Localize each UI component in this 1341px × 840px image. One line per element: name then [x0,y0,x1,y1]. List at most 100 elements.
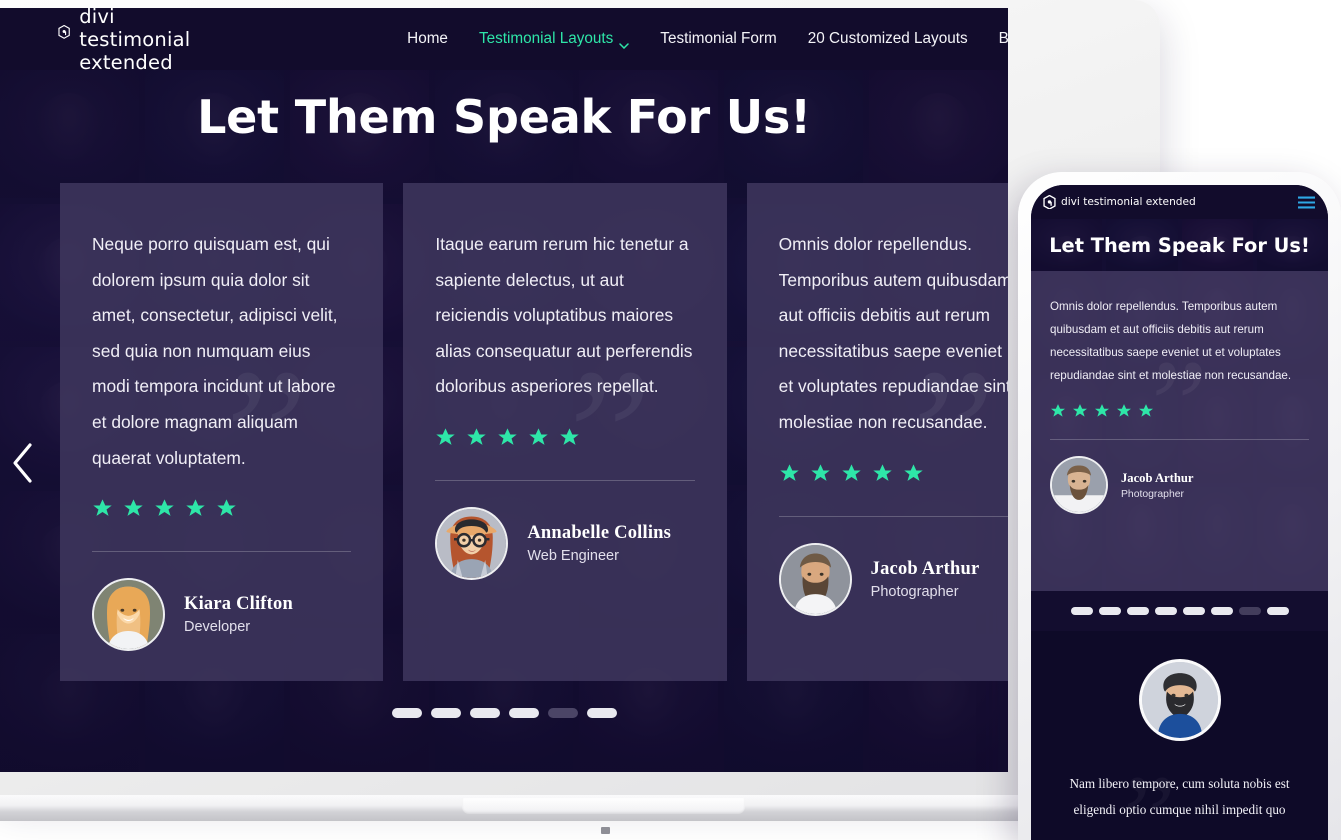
pagination-dot[interactable] [1266,607,1289,615]
star-icon [1138,403,1154,419]
star-icon [185,498,206,519]
card-divider [778,515,1008,517]
star-icon [872,463,893,484]
nav-item-testimonial-form[interactable]: Testimonial Form [660,30,776,48]
pagination-dot[interactable] [1210,607,1233,615]
nav-item-20-customized-layouts[interactable]: 20 Customized Layouts [808,30,968,48]
testimonial-card: ” Itaque earum rerum hic tenetur a sapien… [403,183,727,681]
pagination-dot[interactable] [547,708,578,718]
star-icon [1094,403,1110,419]
pagination-dot[interactable] [508,708,539,718]
avatar [92,578,165,652]
star-icon [92,498,113,519]
star-icon [528,427,549,448]
testimonial-text: Itaque earum rerum hic tenetur a sapient… [435,234,693,397]
pagination-dot[interactable] [469,708,500,718]
mobile-rating-stars [1050,403,1309,419]
rating-stars [435,427,694,448]
desktop-nav-menu: Home Testimonial Layouts Testimonial Form 2… [407,30,1008,50]
pagination-dot[interactable] [1238,607,1261,615]
mobile-navbar: divi testimonial extended [1031,185,1328,219]
mobile-testimonial-text: Omnis dolor repellendus. Temporibus aute… [1050,300,1292,382]
testimonial-card: ” Neque porro quisquam est, qui dolorem i… [60,183,384,681]
hamburger-menu-icon[interactable] [1297,196,1316,209]
testimonial-text: Neque porro quisquam est, qui dolorem ip… [92,234,338,468]
mobile-testimonial-area: ” Omnis dolor repellendus. Temporibus au… [1031,271,1328,591]
carousel-pagination [0,708,1008,718]
screenshot-stage: divi testimonial extended Home Testimonia… [0,0,1341,840]
pagination-dot[interactable] [391,708,422,718]
mobile-author-name: Jacob Arthur [1121,470,1194,485]
star-icon [216,498,237,519]
star-icon [1072,403,1088,419]
star-icon [903,463,924,484]
mobile-testimonial-author: Jacob Arthur Photographer [1050,456,1309,514]
card-divider [92,551,352,553]
testimonial-author: Kiara Clifton Developer [92,578,351,652]
testimonial-carousel: ” Neque porro quisquam est, qui dolorem i… [60,183,1008,681]
author-role: Developer [184,619,251,636]
rating-stars [92,498,351,519]
avatar [1138,659,1221,741]
mobile-second-testimonial-section: ” [1031,631,1328,840]
desktop-navbar: divi testimonial extended Home Testimonia… [0,8,1008,74]
nav-item-label: Buy Now [998,30,1008,47]
author-name: Jacob Arthur [870,558,980,579]
nav-item-label: Testimonial Layouts [478,30,614,47]
star-icon [154,498,175,519]
nav-item-label: Home [407,30,448,47]
site-logo-text: divi testimonial extended [79,8,191,74]
divi-hexagon-logo-icon [58,24,70,53]
author-role: Photographer [870,583,959,600]
divi-hexagon-logo-icon [1043,194,1056,210]
site-logo[interactable]: divi testimonial extended [58,8,203,74]
pagination-dot[interactable] [1070,607,1093,615]
nav-item-label: Testimonial Form [660,30,777,47]
laptop-base-foot-left [601,827,610,834]
pagination-dot[interactable] [430,708,461,718]
phone-screen: divi testimonial extended Let Them Speak… [1031,185,1328,840]
mobile-card-divider [1050,439,1309,440]
star-icon [497,427,518,448]
pagination-dot[interactable] [1126,607,1149,615]
nav-item-home[interactable]: Home [407,30,448,48]
nav-item-label: 20 Customized Layouts [807,30,968,47]
mobile-testimonial-card: ” Omnis dolor repellendus. Temporibus au… [1031,271,1328,591]
mobile-author-role: Photographer [1121,488,1184,500]
pagination-dot[interactable] [586,708,617,718]
star-icon [1116,403,1132,419]
pagination-dot[interactable] [1154,607,1177,615]
laptop-mockup: divi testimonial extended Home Testimonia… [0,0,1160,834]
quote-mark-watermark: ” [1123,757,1176,840]
star-icon [435,427,456,448]
author-name: Annabelle Collins [527,522,672,543]
pagination-dot[interactable] [1182,607,1205,615]
star-icon [779,463,800,484]
card-divider [435,479,695,481]
chevron-left-icon [13,443,32,483]
laptop-trackpad-notch [462,798,745,814]
mobile-page-title: Let Them Speak For Us! [1049,233,1310,257]
testimonial-card: ” Omnis dolor repellendus. Temporibus aut… [746,183,1008,681]
author-name: Kiara Clifton [184,594,293,615]
mobile-site-logo[interactable]: divi testimonial extended [1043,194,1196,210]
star-icon [841,463,862,484]
testimonial-author: Annabelle Collins Web Engineer [435,506,694,580]
mobile-hero: Let Them Speak For Us! [1031,219,1328,271]
testimonial-author: Jacob Arthur Photographer [778,542,1008,616]
author-role: Web Engineer [527,547,619,564]
laptop-screen: divi testimonial extended Home Testimonia… [0,8,1008,772]
pagination-dot[interactable] [1098,607,1121,615]
star-icon [1050,403,1066,419]
avatar [778,542,852,616]
mobile-second-testimonial-text: Nam libero tempore, cum soluta nobis est… [1069,776,1290,817]
avatar [1050,456,1108,514]
star-icon [466,427,487,448]
page-title: Let Them Speak For Us! [197,90,811,144]
carousel-prev-button[interactable] [8,440,38,486]
star-icon [559,427,580,448]
nav-item-buy-now[interactable]: Buy Now [999,30,1008,48]
nav-item-testimonial-layouts[interactable]: Testimonial Layouts [478,30,630,50]
rating-stars [779,463,1008,484]
star-icon [810,463,831,484]
